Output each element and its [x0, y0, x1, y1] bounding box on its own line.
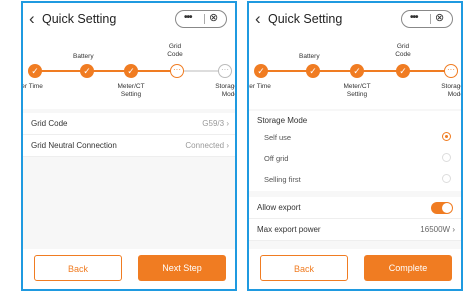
complete-button[interactable]: Complete	[364, 255, 452, 281]
page-title: Quick Setting	[268, 12, 343, 26]
toggle-knob	[442, 203, 452, 213]
bottom-bar: Back Next Step	[23, 249, 235, 289]
header: ‹ Quick Setting ••• ⊗	[23, 3, 235, 37]
step-battery-label: Battery	[73, 53, 94, 60]
radio-unselected-icon[interactable]	[442, 174, 451, 183]
back-button[interactable]: Back	[260, 255, 348, 281]
capsule-divider	[204, 14, 205, 24]
next-step-button[interactable]: Next Step	[138, 255, 226, 281]
step-storage-mode-label: Storage Mode	[441, 83, 463, 98]
storage-option-selling-first[interactable]: Selling first	[249, 169, 461, 189]
chevron-right-icon: ›	[226, 119, 229, 128]
mini-program-capsule: ••• ⊗	[175, 10, 227, 28]
step-meter-ct-check-icon: ✓	[350, 64, 364, 78]
progress-line-done	[35, 70, 173, 72]
storage-option-label: Selling first	[264, 175, 301, 184]
back-icon[interactable]: ‹	[29, 9, 35, 29]
page-title: Quick Setting	[42, 12, 117, 26]
storage-mode-title: Storage Mode	[257, 116, 308, 125]
storage-option-off-grid[interactable]: Off grid	[249, 148, 461, 168]
radio-selected-icon[interactable]	[442, 132, 451, 141]
phone-screen-right: ‹ Quick Setting ••• ⊗ ✓ Inverter Time ✓ …	[247, 1, 463, 291]
grid-code-row[interactable]: Grid Code G59/3 ›	[23, 113, 235, 135]
grid-code-value: G59/3 ›	[202, 119, 229, 128]
storage-option-label: Off grid	[264, 154, 289, 163]
back-button[interactable]: Back	[34, 255, 122, 281]
allow-export-toggle[interactable]	[431, 202, 453, 214]
header: ‹ Quick Setting ••• ⊗	[249, 3, 461, 37]
capsule-divider	[430, 14, 431, 24]
grid-neutral-connection-label: Grid Neutral Connection	[31, 141, 117, 150]
phone-screen-left: ‹ Quick Setting ••• ⊗ ✓ Inverter Time ✓ …	[21, 1, 237, 291]
close-icon[interactable]: ⊗	[435, 11, 444, 24]
allow-export-row: Allow export	[249, 197, 461, 219]
step-meter-ct-label: Meter/CT Setting	[343, 83, 371, 98]
step-grid-code-label: Grid Code	[167, 43, 183, 58]
close-icon[interactable]: ⊗	[209, 11, 218, 24]
step-grid-code-check-icon: ✓	[396, 64, 410, 78]
step-inverter-time-check-icon: ✓	[28, 64, 42, 78]
allow-export-label: Allow export	[257, 203, 301, 212]
step-battery-check-icon: ✓	[306, 64, 320, 78]
step-inverter-time-check-icon: ✓	[254, 64, 268, 78]
step-storage-mode-pending-icon: ···	[218, 64, 232, 78]
grid-neutral-connection-value: Connected ›	[185, 141, 229, 150]
step-meter-ct-check-icon: ✓	[124, 64, 138, 78]
grid-neutral-connection-row[interactable]: Grid Neutral Connection Connected ›	[23, 135, 235, 157]
max-export-power-label: Max export power	[257, 225, 321, 234]
step-storage-mode-current-icon: ···	[444, 64, 458, 78]
mini-program-capsule: ••• ⊗	[401, 10, 453, 28]
more-icon[interactable]: •••	[184, 12, 192, 23]
storage-option-label: Self use	[264, 133, 292, 142]
step-progress: ✓ Inverter Time ✓ Battery ✓ Meter/CT Set…	[23, 37, 235, 109]
more-icon[interactable]: •••	[410, 12, 418, 23]
step-battery-check-icon: ✓	[80, 64, 94, 78]
grid-code-label: Grid Code	[31, 119, 68, 128]
max-export-power-row[interactable]: Max export power 16500W ›	[249, 219, 461, 241]
step-inverter-time-label: Inverter Time	[247, 83, 271, 90]
chevron-right-icon: ›	[452, 225, 455, 234]
bottom-bar: Back Complete	[249, 249, 461, 289]
radio-unselected-icon[interactable]	[442, 153, 451, 162]
back-icon[interactable]: ‹	[255, 9, 261, 29]
step-grid-code-label: Grid Code	[395, 43, 411, 58]
max-export-power-value: 16500W ›	[420, 225, 455, 234]
storage-option-self-use[interactable]: Self use	[249, 127, 461, 147]
storage-mode-section: Storage Mode Self use Off grid Selling f…	[249, 111, 461, 191]
step-inverter-time-label: Inverter Time	[21, 83, 43, 90]
step-battery-label: Battery	[299, 53, 320, 60]
chevron-right-icon: ›	[226, 141, 229, 150]
step-progress: ✓ Inverter Time ✓ Battery ✓ Meter/CT Set…	[249, 37, 461, 109]
step-grid-code-current-icon: ···	[170, 64, 184, 78]
step-meter-ct-label: Meter/CT Setting	[117, 83, 145, 98]
step-storage-mode-label: Storage Mode	[215, 83, 237, 98]
